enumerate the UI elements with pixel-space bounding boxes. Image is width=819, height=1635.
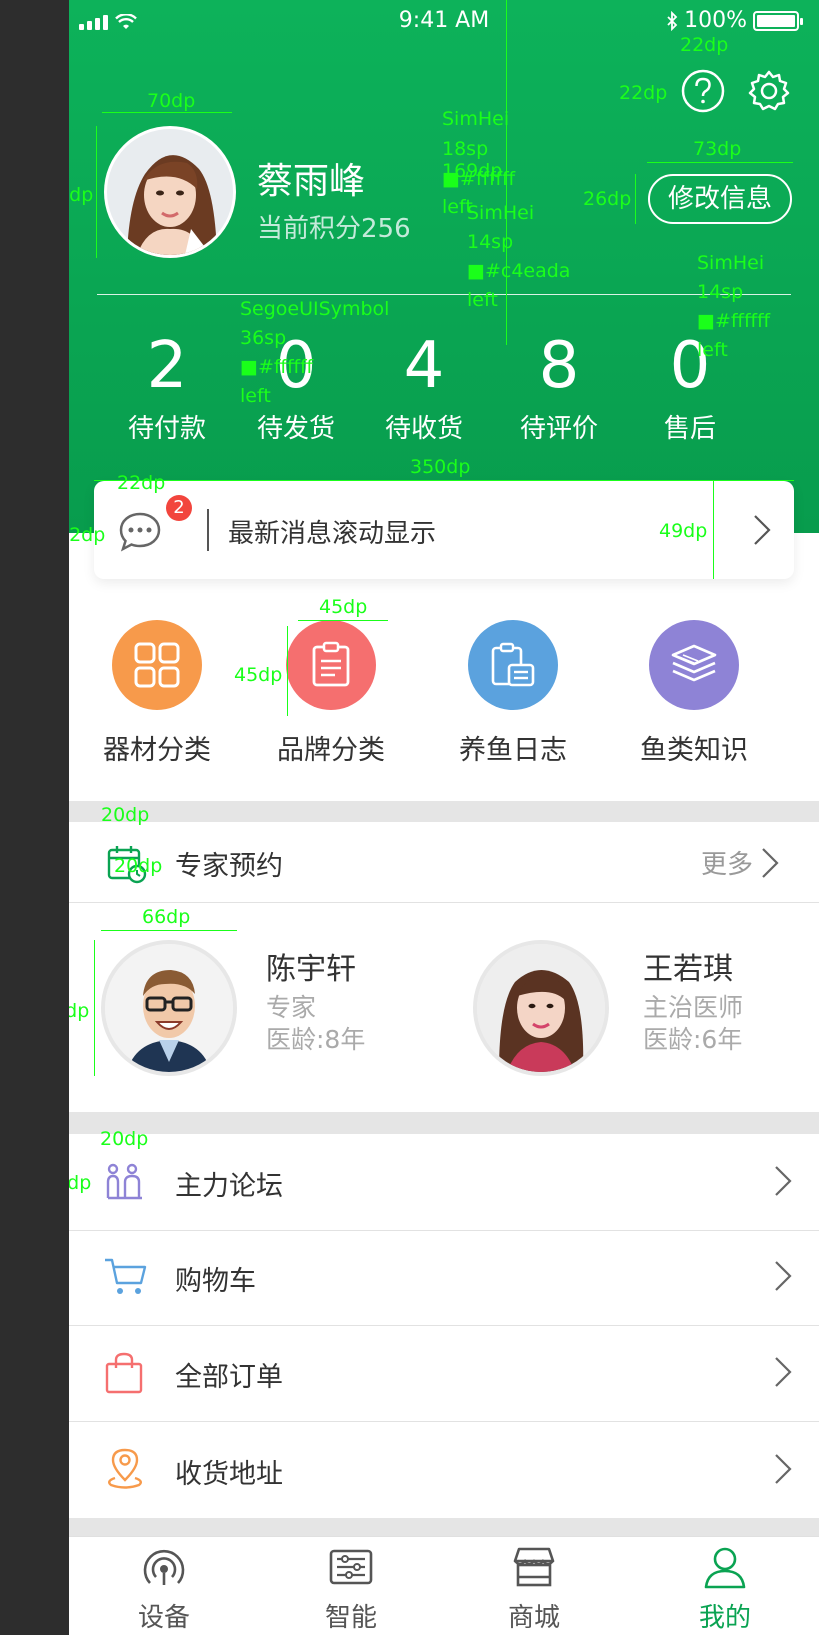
section-gap [69, 801, 819, 822]
tab-smart[interactable]: 智能 [291, 1545, 411, 1634]
stat-pending-receipt[interactable]: 4 待收货 [369, 330, 479, 445]
user-points: 当前积分256 [257, 214, 411, 244]
stat-pending-review[interactable]: 8 待评价 [504, 330, 614, 445]
stat-after-sales[interactable]: 0 售后 [635, 330, 745, 445]
log-icon [468, 620, 558, 710]
tab-label: 设备 [137, 1603, 190, 1633]
stat-label: 待收货 [384, 414, 463, 444]
user-avatar[interactable] [104, 126, 236, 258]
expert-experience: 医龄:8年 [266, 1025, 366, 1054]
battery-icon [753, 10, 803, 31]
stat-count: 4 [403, 329, 445, 403]
stat-count: 2 [146, 329, 188, 403]
header-divider [97, 294, 791, 295]
annotation-label: 66dp [69, 1000, 90, 1022]
menu-row-orders[interactable]: 全部订单 [69, 1326, 819, 1422]
category-label: 养鱼日志 [459, 735, 567, 766]
tab-label: 智能 [324, 1603, 377, 1633]
tab-device[interactable]: 设备 [104, 1545, 224, 1634]
grid-icon [112, 620, 202, 710]
category-brand[interactable]: 品牌分类 [251, 620, 411, 767]
cart-icon [103, 1257, 147, 1301]
forum-icon [105, 1162, 145, 1206]
stat-label: 待评价 [519, 414, 598, 444]
bluetooth-icon [667, 10, 678, 31]
clipboard-list-icon [286, 620, 376, 710]
section-gap [69, 1112, 819, 1134]
experts-more-link[interactable]: 更多 [701, 844, 779, 881]
message-bar[interactable]: 2 最新消息滚动显示 [94, 481, 794, 579]
calendar-clock-icon [107, 844, 147, 888]
annotation-label: 66dp [142, 906, 191, 928]
edit-profile-button[interactable]: 修改信息 [648, 174, 792, 224]
expert-name: 王若琪 [643, 952, 733, 987]
stat-pending-shipment[interactable]: 0 待发货 [241, 330, 351, 445]
menu-label: 购物车 [175, 1266, 256, 1297]
profile-header: 9:41 AM 100% 蔡雨峰 当前积分256 修改信息 2 待付款 0 待发… [69, 0, 819, 533]
chevron-right-icon [773, 1164, 793, 1202]
chevron-right-icon [752, 513, 772, 551]
expert-avatar [473, 940, 609, 1076]
experts-section-header: 专家预约 更多 [69, 822, 819, 903]
category-label: 器材分类 [103, 735, 211, 766]
annotation-guide [101, 930, 237, 931]
stat-pending-payment[interactable]: 2 待付款 [112, 330, 222, 445]
section-gap [69, 1518, 819, 1536]
category-fish-knowledge[interactable]: 鱼类知识 [614, 620, 774, 767]
book-stack-icon [649, 620, 739, 710]
expert-title: 主治医师 [643, 993, 744, 1022]
expert-experience: 医龄:6年 [643, 1025, 743, 1054]
device-icon [143, 1549, 185, 1585]
stat-label: 待发货 [256, 414, 335, 444]
chevron-right-icon [762, 847, 779, 878]
menu-row-forum[interactable]: 主力论坛 [69, 1134, 819, 1231]
battery-percent: 100% [684, 8, 747, 33]
message-badge: 2 [166, 495, 192, 521]
tab-label: 商城 [507, 1603, 560, 1633]
category-grid: 器材分类 品牌分类 养鱼日志 鱼类知识 [69, 620, 819, 770]
experts-section-title: 专家预约 [175, 851, 283, 882]
stat-count: 0 [275, 329, 317, 403]
message-icon [118, 509, 162, 553]
help-icon[interactable] [680, 68, 726, 114]
category-label: 鱼类知识 [640, 735, 748, 766]
tab-store[interactable]: 商城 [474, 1545, 594, 1634]
stat-label: 售后 [663, 414, 716, 444]
shopping-bag-icon [105, 1352, 143, 1398]
category-fish-log[interactable]: 养鱼日志 [433, 620, 593, 767]
menu-label: 收货地址 [175, 1459, 283, 1490]
menu-label: 主力论坛 [175, 1171, 283, 1202]
annotation-label: 45dp [319, 596, 368, 618]
status-right: 100% [666, 8, 803, 33]
more-label: 更多 [700, 850, 753, 880]
annotation-guide [94, 940, 95, 1076]
store-icon [513, 1547, 555, 1587]
chevron-right-icon [773, 1355, 793, 1393]
menu-label: 全部订单 [175, 1362, 283, 1393]
message-separator [207, 509, 209, 551]
menu-row-address[interactable]: 收货地址 [69, 1422, 819, 1518]
status-bar: 9:41 AM 100% [69, 0, 819, 46]
bottom-tab-bar: 设备 智能 商城 我的 [69, 1536, 819, 1635]
category-equipment[interactable]: 器材分类 [77, 620, 237, 767]
chevron-right-icon [773, 1452, 793, 1490]
phone-screen: 9:41 AM 100% 蔡雨峰 当前积分256 修改信息 2 待付款 0 待发… [69, 0, 819, 1635]
tab-label: 我的 [698, 1603, 751, 1633]
menu-row-cart[interactable]: 购物车 [69, 1231, 819, 1326]
user-icon [704, 1547, 746, 1589]
message-text: 最新消息滚动显示 [228, 519, 437, 549]
tab-me[interactable]: 我的 [665, 1545, 785, 1634]
stat-label: 待付款 [127, 414, 206, 444]
category-label: 品牌分类 [277, 735, 385, 766]
location-icon [103, 1446, 147, 1494]
user-name: 蔡雨峰 [257, 161, 366, 202]
expert-title: 专家 [266, 993, 317, 1022]
chevron-right-icon [773, 1259, 793, 1297]
stat-count: 8 [538, 329, 580, 403]
expert-name: 陈宇轩 [266, 952, 356, 987]
smart-icon [329, 1549, 373, 1585]
expert-avatar [101, 940, 237, 1076]
settings-icon[interactable] [746, 68, 792, 114]
stat-count: 0 [669, 329, 711, 403]
